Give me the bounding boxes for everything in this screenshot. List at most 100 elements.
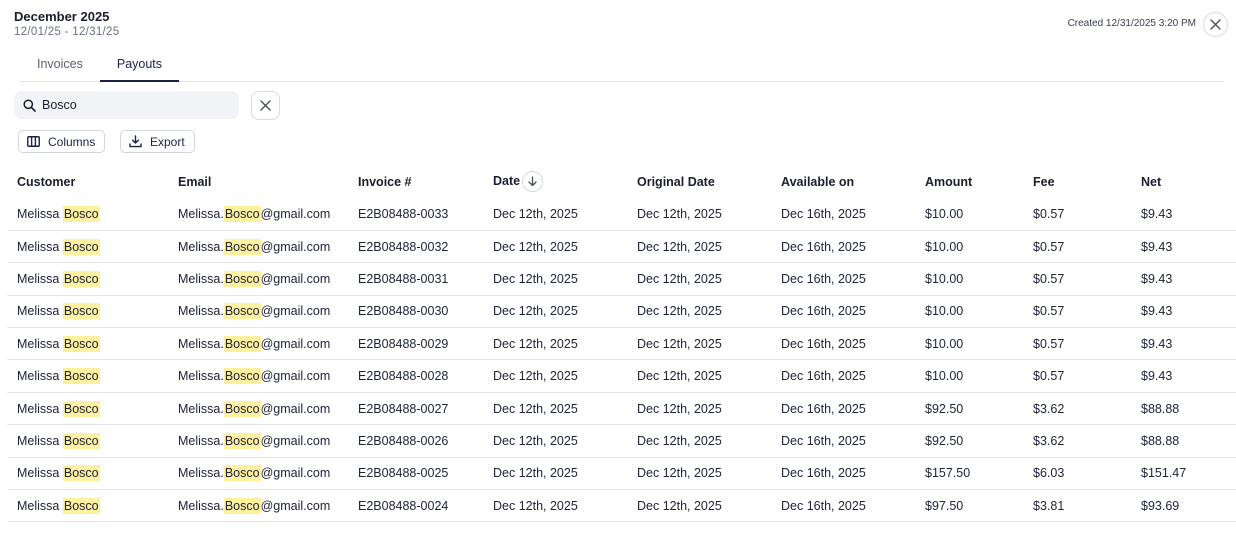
table-row[interactable]: Melissa Bosco Melissa.Bosco@gmail.com E2B0… bbox=[7, 489, 1236, 523]
table-row[interactable]: Melissa Bosco Melissa.Bosco@gmail.com E2B0… bbox=[7, 262, 1236, 296]
net-cell: $9.43 bbox=[1131, 230, 1236, 264]
search-highlight: Bosco bbox=[223, 270, 261, 287]
table-row[interactable]: Melissa Bosco Melissa.Bosco@gmail.com E2B0… bbox=[7, 424, 1236, 458]
email-cell: Melissa.Bosco@gmail.com bbox=[168, 295, 348, 329]
email-prefix: Melissa. bbox=[178, 466, 224, 481]
tab-invoices[interactable]: Invoices bbox=[20, 54, 100, 81]
fee-cell: $0.57 bbox=[1023, 262, 1131, 296]
customer-first-name: Melissa bbox=[17, 336, 60, 351]
fee-cell: $0.57 bbox=[1023, 295, 1131, 329]
table-row[interactable]: Melissa Bosco Melissa.Bosco@gmail.com E2B0… bbox=[7, 230, 1236, 264]
fee-cell: $0.57 bbox=[1023, 230, 1131, 264]
column-header-amount[interactable]: Amount bbox=[915, 165, 1023, 198]
email-cell: Melissa.Bosco@gmail.com bbox=[168, 198, 348, 231]
table-row[interactable]: Melissa Bosco Melissa.Bosco@gmail.com E2B0… bbox=[7, 198, 1236, 231]
column-header-fee[interactable]: Fee bbox=[1023, 165, 1131, 198]
date-cell: Dec 12th, 2025 bbox=[483, 489, 627, 523]
table-row[interactable]: Melissa Bosco Melissa.Bosco@gmail.com E2B0… bbox=[7, 392, 1236, 426]
available-on-cell: Dec 16th, 2025 bbox=[771, 295, 915, 329]
net-cell: $151.47 bbox=[1131, 457, 1236, 491]
column-header-customer[interactable]: Customer bbox=[7, 165, 168, 198]
amount-cell: $92.50 bbox=[915, 392, 1023, 426]
date-cell: Dec 12th, 2025 bbox=[483, 424, 627, 458]
available-on-cell: Dec 16th, 2025 bbox=[771, 262, 915, 296]
email-suffix: @gmail.com bbox=[260, 401, 331, 416]
download-icon bbox=[129, 135, 142, 148]
original-date-cell: Dec 12th, 2025 bbox=[627, 359, 771, 393]
original-date-cell: Dec 12th, 2025 bbox=[627, 424, 771, 458]
search-highlight: Bosco bbox=[223, 368, 261, 385]
customer-first-name: Melissa bbox=[17, 271, 60, 286]
search-highlight: Bosco bbox=[62, 400, 100, 417]
date-cell: Dec 12th, 2025 bbox=[483, 359, 627, 393]
fee-cell: $3.62 bbox=[1023, 392, 1131, 426]
sort-button[interactable] bbox=[522, 171, 544, 192]
date-cell: Dec 12th, 2025 bbox=[483, 230, 627, 264]
column-header-available-on[interactable]: Available on bbox=[771, 165, 915, 198]
close-button[interactable] bbox=[1203, 12, 1228, 37]
search-highlight: Bosco bbox=[223, 238, 261, 255]
date-cell: Dec 12th, 2025 bbox=[483, 457, 627, 491]
invoice-cell: E2B08488-0028 bbox=[348, 359, 483, 393]
column-header-date[interactable]: Date bbox=[483, 165, 627, 198]
close-icon bbox=[1210, 19, 1221, 30]
customer-cell: Melissa Bosco bbox=[7, 424, 168, 458]
amount-cell: $157.50 bbox=[915, 457, 1023, 491]
clear-search-button[interactable] bbox=[251, 91, 280, 120]
search-highlight: Bosco bbox=[62, 368, 100, 385]
email-suffix: @gmail.com bbox=[260, 304, 331, 319]
fee-cell: $0.57 bbox=[1023, 359, 1131, 393]
fee-cell: $0.57 bbox=[1023, 327, 1131, 361]
table-row[interactable]: Melissa Bosco Melissa.Bosco@gmail.com E2B0… bbox=[7, 457, 1236, 491]
search-highlight: Bosco bbox=[62, 303, 100, 320]
net-cell: $9.43 bbox=[1131, 295, 1236, 329]
column-header-net[interactable]: Net bbox=[1131, 165, 1236, 198]
email-cell: Melissa.Bosco@gmail.com bbox=[168, 489, 348, 523]
customer-first-name: Melissa bbox=[17, 498, 60, 513]
amount-cell: $10.00 bbox=[915, 359, 1023, 393]
export-button[interactable]: Export bbox=[120, 130, 195, 153]
invoice-cell: E2B08488-0027 bbox=[348, 392, 483, 426]
email-suffix: @gmail.com bbox=[260, 466, 331, 481]
customer-first-name: Melissa bbox=[17, 433, 60, 448]
columns-button[interactable]: Columns bbox=[18, 130, 106, 153]
invoice-cell: E2B08488-0024 bbox=[348, 489, 483, 523]
column-header-email[interactable]: Email bbox=[168, 165, 348, 198]
available-on-cell: Dec 16th, 2025 bbox=[771, 392, 915, 426]
search-highlight: Bosco bbox=[62, 432, 100, 449]
column-header-invoice[interactable]: Invoice # bbox=[348, 165, 483, 198]
search-highlight: Bosco bbox=[62, 270, 100, 287]
date-range: 12/01/25 - 12/31/25 bbox=[14, 26, 120, 38]
amount-cell: $97.50 bbox=[915, 489, 1023, 523]
columns-icon bbox=[27, 136, 40, 147]
column-header-original-date[interactable]: Original Date bbox=[627, 165, 771, 198]
table-row[interactable]: Melissa Bosco Melissa.Bosco@gmail.com E2B0… bbox=[7, 327, 1236, 361]
email-prefix: Melissa. bbox=[178, 304, 224, 319]
available-on-cell: Dec 16th, 2025 bbox=[771, 198, 915, 231]
email-suffix: @gmail.com bbox=[260, 433, 331, 448]
search-icon bbox=[23, 98, 36, 112]
customer-cell: Melissa Bosco bbox=[7, 230, 168, 264]
table-row[interactable]: Melissa Bosco Melissa.Bosco@gmail.com E2B0… bbox=[7, 295, 1236, 329]
invoice-cell: E2B08488-0031 bbox=[348, 262, 483, 296]
email-cell: Melissa.Bosco@gmail.com bbox=[168, 230, 348, 264]
search-input[interactable] bbox=[42, 98, 222, 112]
amount-cell: $10.00 bbox=[915, 327, 1023, 361]
email-prefix: Melissa. bbox=[178, 239, 224, 254]
email-suffix: @gmail.com bbox=[260, 271, 331, 286]
tab-payouts[interactable]: Payouts bbox=[99, 54, 180, 82]
email-prefix: Melissa. bbox=[178, 369, 224, 384]
search-box bbox=[14, 91, 239, 119]
amount-cell: $10.00 bbox=[915, 230, 1023, 264]
email-cell: Melissa.Bosco@gmail.com bbox=[168, 327, 348, 361]
amount-cell: $10.00 bbox=[915, 198, 1023, 231]
search-highlight: Bosco bbox=[223, 400, 261, 417]
original-date-cell: Dec 12th, 2025 bbox=[627, 295, 771, 329]
table-row[interactable]: Melissa Bosco Melissa.Bosco@gmail.com E2B0… bbox=[7, 359, 1236, 393]
net-cell: $93.69 bbox=[1131, 489, 1236, 523]
net-cell: $9.43 bbox=[1131, 327, 1236, 361]
email-suffix: @gmail.com bbox=[260, 239, 331, 254]
search-highlight: Bosco bbox=[223, 465, 261, 482]
customer-first-name: Melissa bbox=[17, 239, 60, 254]
customer-cell: Melissa Bosco bbox=[7, 489, 168, 523]
